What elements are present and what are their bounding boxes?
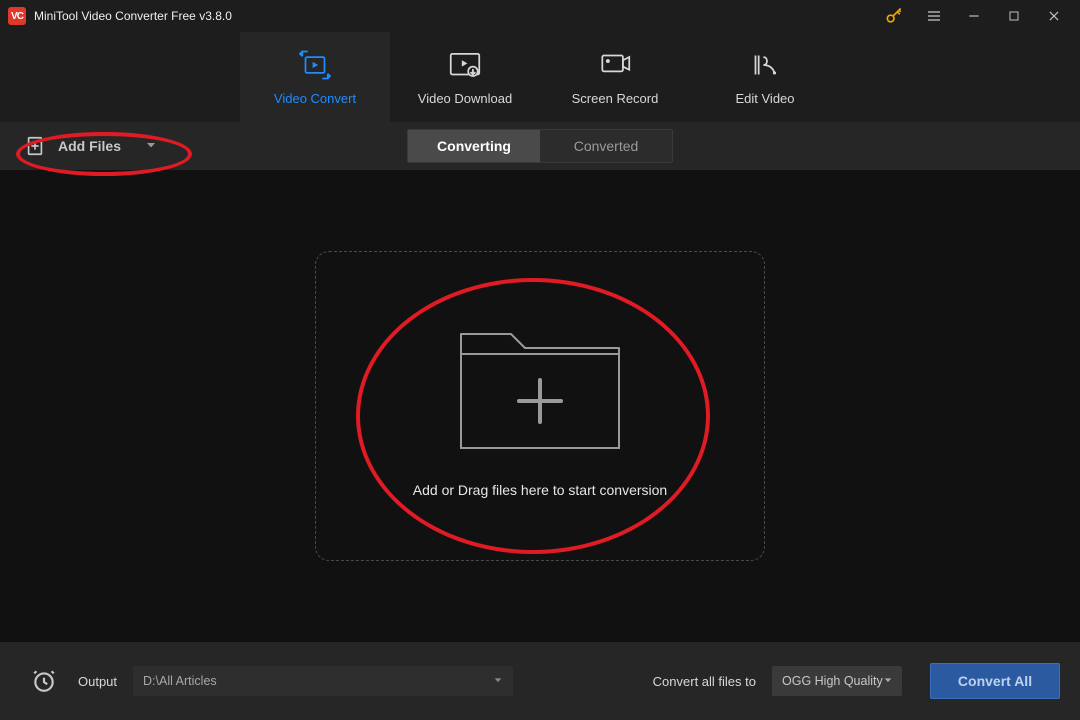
add-file-icon [24,135,46,157]
add-files-label: Add Files [58,138,121,154]
tab-label: Screen Record [572,91,659,106]
chevron-down-icon [493,674,503,688]
tab-video-download[interactable]: Video Download [390,32,540,122]
edit-icon [746,49,784,81]
app-logo: VC [8,7,26,25]
add-files-button[interactable]: Add Files [24,129,169,163]
tab-video-convert[interactable]: Video Convert [240,32,390,122]
chevron-down-icon [883,674,893,688]
record-icon [596,49,634,81]
output-format-value: OGG High Quality [782,674,883,688]
download-icon [446,49,484,81]
output-label: Output [78,674,117,689]
tab-label: Video Download [418,91,512,106]
chevron-down-icon [145,138,157,154]
menu-icon[interactable] [914,0,954,32]
output-format-select[interactable]: OGG High Quality [772,666,902,696]
segment-converting[interactable]: Converting [408,130,540,162]
tab-edit-video[interactable]: Edit Video [690,32,840,122]
window-title: MiniTool Video Converter Free v3.8.0 [34,9,232,23]
folder-plus-icon [455,314,625,454]
maximize-button[interactable] [994,0,1034,32]
output-path-select[interactable]: D:\All Articles [133,666,513,696]
schedule-icon[interactable] [30,667,58,695]
segment-converted[interactable]: Converted [540,130,672,162]
tab-label: Edit Video [735,91,794,106]
minimize-button[interactable] [954,0,994,32]
output-path-value: D:\All Articles [143,674,217,688]
convert-all-files-to-label: Convert all files to [653,674,756,689]
convert-all-button[interactable]: Convert All [930,663,1060,699]
tab-label: Video Convert [274,91,356,106]
file-dropzone[interactable]: Add or Drag files here to start conversi… [315,251,765,561]
close-button[interactable] [1034,0,1074,32]
convert-icon [296,49,334,81]
conversion-state-segment: Converting Converted [407,129,673,163]
tab-screen-record[interactable]: Screen Record [540,32,690,122]
license-key-icon[interactable] [874,0,914,32]
dropzone-text: Add or Drag files here to start conversi… [413,482,667,498]
